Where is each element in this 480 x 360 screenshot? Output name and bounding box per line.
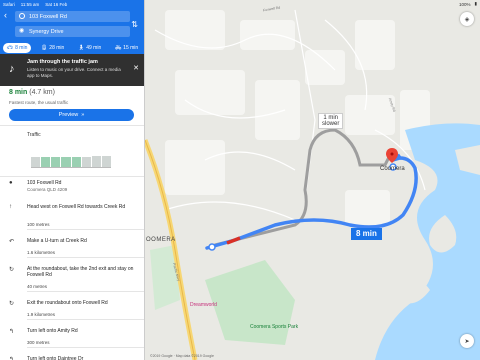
traffic-bar <box>51 156 61 167</box>
u-turn-icon: ↶ <box>9 239 15 245</box>
destination-pin-icon: ◉ <box>19 28 25 34</box>
step-distance: 300 metres <box>27 340 143 348</box>
step-distance: 40 metres <box>27 284 144 292</box>
pin-icon: ● <box>9 180 13 186</box>
music-promo-banner[interactable]: ♪ Jam through the traffic jam Listen to … <box>0 54 144 86</box>
main-route-time: 8 min <box>356 229 377 238</box>
step-instruction: Turn left onto Amity Rd <box>27 328 78 334</box>
banner-title: Jam through the traffic jam <box>27 59 98 65</box>
mode-drive-label: 8 min <box>15 44 28 51</box>
route-summary: 8 min (4.7 km) <box>9 89 55 96</box>
roundabout-icon: ↻ <box>9 301 15 307</box>
route-distance: (4.7 km) <box>29 89 55 96</box>
battery-icon: ▮ <box>474 1 477 6</box>
my-location-button[interactable]: ➤ <box>460 334 474 348</box>
traffic-section: Traffic <box>0 127 144 175</box>
layers-button[interactable]: ◈ <box>460 12 474 26</box>
close-icon[interactable]: ✕ <box>133 64 139 72</box>
destination-field[interactable]: ◉ Synergy Drive <box>15 26 130 37</box>
turn-left-icon: ↰ <box>9 329 15 335</box>
bike-icon: 🚲︎ <box>114 44 122 51</box>
step-distance: 100 metres <box>27 222 143 230</box>
navigation-arrow-icon: ➤ <box>464 338 470 345</box>
place-label-coomera-southwest: OOMERA <box>146 237 176 243</box>
traffic-bar <box>61 156 71 167</box>
divider <box>0 176 144 177</box>
step-instruction: Head west on Foxwell Rd towards Creek Rd <box>27 204 126 210</box>
status-time: 11:55 am <box>20 1 40 7</box>
traffic-bar <box>101 155 111 167</box>
mode-tab-bike[interactable]: 🚲︎ 15 min <box>111 43 142 53</box>
origin-dot-icon <box>19 13 25 19</box>
walk-icon: 🚶︎ <box>77 44 85 51</box>
map-copyright: ©2019 Google · Map data ©2019 Google <box>150 354 214 358</box>
turn-left-icon: ↰ <box>9 357 15 360</box>
mode-walk-label: 49 min <box>86 44 102 51</box>
traffic-bar <box>81 156 91 167</box>
mode-bike-label: 15 min <box>123 44 139 51</box>
travel-mode-tabs: 🚗︎ 8 min 🚆︎ 28 min 🚶︎ 49 min 🚲︎ 15 min <box>0 41 144 54</box>
main-route-callout[interactable]: 8 min <box>351 228 382 240</box>
battery-percentage: 100% <box>459 1 471 7</box>
traffic-bar <box>41 156 51 167</box>
origin-text: 103 Foxwell Rd <box>29 13 67 20</box>
transit-icon: 🚆︎ <box>40 44 48 51</box>
mode-tab-drive[interactable]: 🚗︎ 8 min <box>2 42 32 53</box>
place-label-sports-park[interactable]: Coomera Sports Park <box>250 324 298 330</box>
step-distance: 1.9 kilometres <box>27 312 144 320</box>
swap-icon[interactable]: ⇅ <box>131 20 138 29</box>
alt-route-callout[interactable]: 1 min slower <box>318 113 344 129</box>
divider <box>0 125 144 126</box>
status-bar: Safari 11:55 am Sat 16 Feb 100% ▮ <box>0 0 480 8</box>
traffic-label: Traffic <box>27 132 41 138</box>
status-carrier: Safari <box>3 1 15 7</box>
step-instruction: 103 Foxwell Rd <box>27 180 62 186</box>
preview-label: Preview <box>58 112 79 118</box>
layers-icon: ◈ <box>464 16 470 23</box>
banner-description: Listen to music on your drive. Connect a… <box>27 67 121 78</box>
traffic-bar <box>91 155 101 167</box>
arrow-up-icon: ↑ <box>9 204 12 210</box>
map-view[interactable]: ◈ ➤ 1 min slower 8 min Coomera OOMERA Dr… <box>145 0 480 360</box>
step-instruction: Exit the roundabout onto Foxwell Rd <box>27 300 108 306</box>
status-date: Sat 16 Feb <box>45 1 68 7</box>
directions-header: ‹ 103 Foxwell Rd ◉ Synergy Drive ⇅ 🚗︎ 8 … <box>0 0 144 54</box>
place-label-coomera: Coomera <box>380 166 405 172</box>
roundabout-icon: ↻ <box>9 267 15 273</box>
origin-field[interactable]: 103 Foxwell Rd <box>15 11 130 22</box>
route-note: Fastest route, the usual traffic <box>9 100 69 105</box>
route-time: 8 min <box>9 89 28 96</box>
place-label-dreamworld[interactable]: Dreamworld <box>190 302 217 308</box>
car-icon: 🚗︎ <box>6 44 14 51</box>
traffic-bars <box>31 145 111 168</box>
destination-text: Synergy Drive <box>29 28 64 35</box>
chevrons-icon: » <box>81 112 85 118</box>
step-distance: 1.6 kilometres <box>27 250 144 258</box>
mode-transit-label: 28 min <box>49 44 65 51</box>
step-instruction: Make a U-turn at Creek Rd <box>27 238 87 244</box>
step-subtitle: Coomera QLD 4209 <box>27 187 68 192</box>
alt-route-note: slower <box>322 121 340 127</box>
step-instruction: At the roundabout, take the 2nd exit and… <box>27 266 134 278</box>
directions-panel: ‹ 103 Foxwell Rd ◉ Synergy Drive ⇅ 🚗︎ 8 … <box>0 0 145 360</box>
step-instruction: Turn left onto Daintree Dr <box>27 356 84 360</box>
mode-tab-transit[interactable]: 🚆︎ 28 min <box>37 43 68 53</box>
music-note-icon: ♪ <box>9 63 15 75</box>
traffic-bar <box>31 156 41 167</box>
preview-button[interactable]: Preview » <box>9 109 134 121</box>
traffic-bar <box>71 156 81 167</box>
mode-tab-walk[interactable]: 🚶︎ 49 min <box>74 43 105 53</box>
back-icon[interactable]: ‹ <box>4 10 7 20</box>
